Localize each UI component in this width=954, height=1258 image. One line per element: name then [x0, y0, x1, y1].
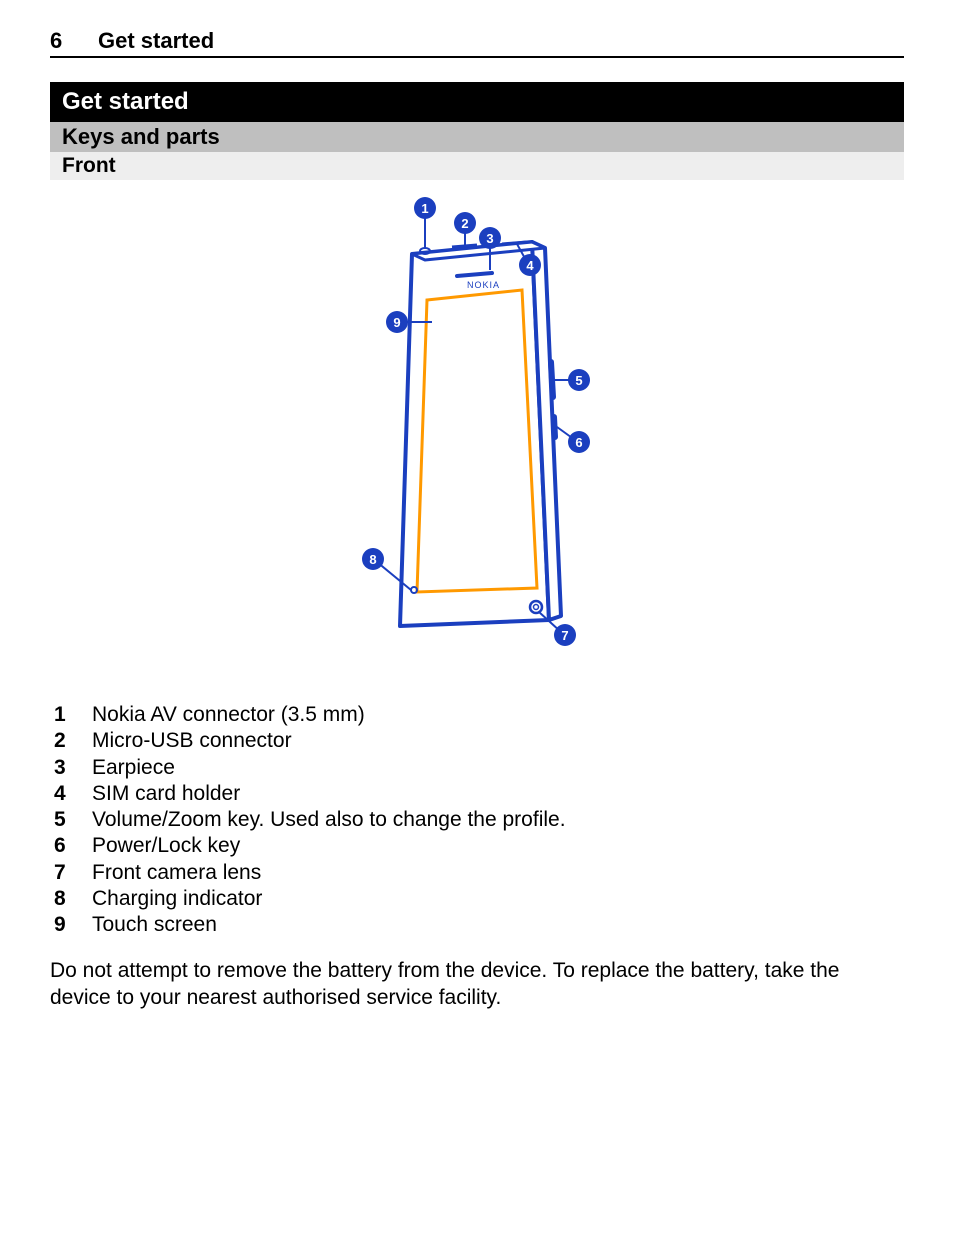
legend-item: Touch screen — [54, 912, 904, 938]
phone-front-illustration: NOKIA 1 — [317, 192, 637, 672]
callout-9: 9 — [393, 315, 400, 330]
legend-item: Front camera lens — [54, 860, 904, 886]
phone-diagram: NOKIA 1 — [50, 180, 904, 692]
callout-5: 5 — [575, 373, 582, 388]
legend-item: Power/Lock key — [54, 833, 904, 859]
legend-item: SIM card holder — [54, 781, 904, 807]
view-heading: Front — [50, 152, 904, 180]
legend-item: Micro-USB connector — [54, 728, 904, 754]
warning-note: Do not attempt to remove the battery fro… — [50, 958, 904, 1011]
callout-7: 7 — [561, 628, 568, 643]
page-number: 6 — [50, 28, 98, 54]
callout-3: 3 — [486, 231, 493, 246]
callout-4: 4 — [526, 258, 534, 273]
subsection-heading: Keys and parts — [50, 122, 904, 152]
parts-legend: Nokia AV connector (3.5 mm) Micro-USB co… — [50, 702, 904, 938]
section-heading: Get started — [50, 82, 904, 122]
running-title: Get started — [98, 28, 214, 54]
legend-item: Nokia AV connector (3.5 mm) — [54, 702, 904, 728]
legend-item: Charging indicator — [54, 886, 904, 912]
callout-8: 8 — [369, 552, 376, 567]
legend-item: Volume/Zoom key. Used also to change the… — [54, 807, 904, 833]
phone-brand-text: NOKIA — [467, 280, 500, 290]
callout-6: 6 — [575, 435, 582, 450]
phone-body: NOKIA — [400, 242, 561, 626]
legend-item: Earpiece — [54, 755, 904, 781]
callout-2: 2 — [461, 216, 468, 231]
callout-1: 1 — [421, 201, 428, 216]
page-header: 6 Get started — [50, 28, 904, 58]
